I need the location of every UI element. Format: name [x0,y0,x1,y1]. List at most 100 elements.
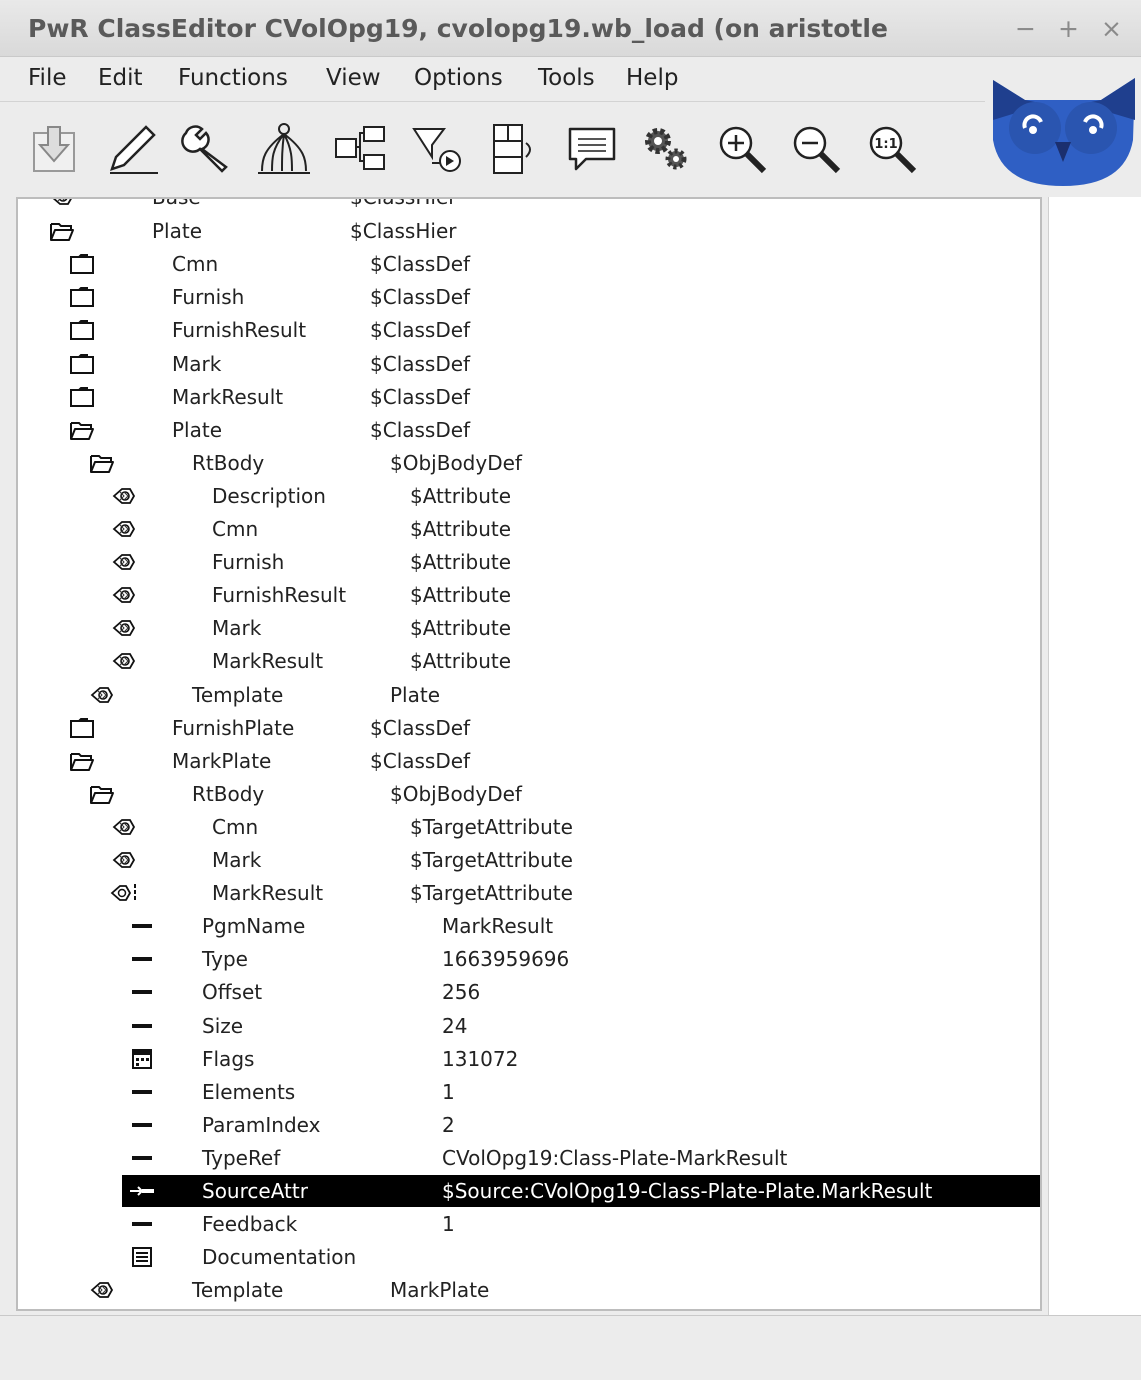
object-open-icon[interactable] [110,881,138,905]
tree-row[interactable]: Offset 256 [18,976,1040,1008]
title-bar: PwR ClassEditor CVolOpg19, cvolopg19.wb_… [0,0,1141,57]
menu-tools[interactable]: Tools [538,65,595,91]
tree-row[interactable]: PgmName MarkResult [18,910,1040,942]
tree-row[interactable]: Furnish $Attribute [18,546,1040,578]
tree-row[interactable]: Mark $ClassDef [18,348,1040,380]
tree-row[interactable]: Cmn $ClassDef [18,248,1040,280]
close-button[interactable]: × [1101,14,1122,43]
object-icon[interactable] [48,199,76,209]
attribute-icon[interactable] [128,980,156,1004]
tree-row[interactable]: Plate $ClassDef [18,414,1040,446]
tree-row[interactable]: MarkResult $TargetAttribute [18,877,1040,909]
tree-row[interactable]: Cmn $TargetAttribute [18,811,1040,843]
attribute-icon[interactable] [128,1212,156,1236]
node-name: Cmn [172,252,219,277]
object-icon[interactable] [110,583,138,607]
object-icon[interactable] [110,848,138,872]
object-icon[interactable] [110,517,138,541]
mask-icon[interactable] [128,1047,156,1071]
folder-icon[interactable] [68,285,96,309]
menu-functions[interactable]: Functions [178,65,288,91]
folder-open-icon[interactable] [68,418,96,442]
tree-row[interactable]: Type 1663959696 [18,943,1040,975]
menu-edit[interactable]: Edit [98,65,143,91]
tree-row[interactable]: Base $ClassHier [18,197,1040,213]
tree-row[interactable]: Mark $TargetAttribute [18,844,1040,876]
zoom-in-icon[interactable] [712,119,772,179]
documentation-icon[interactable] [128,1245,156,1269]
tree-row[interactable]: FurnishResult $Attribute [18,579,1040,611]
object-icon[interactable] [110,649,138,673]
wrench-icon[interactable] [176,119,236,179]
hierarchy-icon[interactable] [254,119,314,179]
folder-open-icon[interactable] [68,749,96,773]
attribute-icon[interactable] [128,1014,156,1038]
toolbar: 1:1 [0,103,985,189]
attribute-icon[interactable] [128,1146,156,1170]
tree-row[interactable]: Elements 1 [18,1076,1040,1108]
reference-icon[interactable] [128,1179,156,1203]
zoom-reset-icon[interactable]: 1:1 [862,119,922,179]
settings-gears-icon[interactable] [636,119,696,179]
folder-icon[interactable] [68,318,96,342]
folder-icon[interactable] [68,716,96,740]
tree-row[interactable]: Flags 131072 [18,1043,1040,1075]
node-class: $ClassDef [370,318,471,343]
tree-row[interactable]: Documentation [18,1241,1040,1273]
tree-row[interactable]: MarkResult $ClassDef [18,381,1040,413]
class-tree[interactable]: Base $ClassHier Plate $ClassHier Cmn $ClassDe… [16,197,1042,1311]
tree-row[interactable]: Plate $ClassHier [18,215,1040,247]
node-name: MarkResult [212,881,324,906]
tree-row[interactable]: Size 24 [18,1010,1040,1042]
menu-view[interactable]: View [326,65,381,91]
tree-row[interactable]: TypeRef CVolOpg19:Class-Plate-MarkResult [18,1142,1040,1174]
object-icon[interactable] [110,550,138,574]
tree-row[interactable]: MarkResult $Attribute [18,645,1040,677]
minimize-button[interactable]: − [1015,14,1036,43]
tree-row-selected[interactable]: SourceAttr $Source:CVolOpg19-Class-Plate-… [122,1175,1040,1207]
folder-icon[interactable] [68,385,96,409]
save-icon[interactable] [24,119,84,179]
object-icon[interactable] [88,1278,116,1302]
tree-row[interactable]: Furnish $ClassDef [18,281,1040,313]
tree-row[interactable]: ParamIndex 2 [18,1109,1040,1141]
menu-options[interactable]: Options [414,65,503,91]
folder-icon[interactable] [68,252,96,276]
menu-file[interactable]: File [28,65,67,91]
tree-row[interactable]: Template Plate [18,679,1040,711]
attribute-icon[interactable] [128,947,156,971]
layout-icon[interactable] [484,119,544,179]
attribute-icon[interactable] [128,1113,156,1137]
tree-row[interactable]: RtBody $ObjBodyDef [18,778,1040,810]
folder-open-icon[interactable] [88,782,116,806]
object-icon[interactable] [88,683,116,707]
tree-row[interactable]: Cmn $Attribute [18,513,1040,545]
zoom-out-icon[interactable] [786,119,846,179]
comment-icon[interactable] [562,119,622,179]
object-icon[interactable] [110,484,138,508]
tree-row[interactable]: MarkPlate $ClassDef [18,745,1040,777]
node-class: $ClassHier [350,197,457,209]
node-name: RtBody [192,450,265,475]
object-icon[interactable] [110,616,138,640]
node-name: Documentation [202,1245,357,1270]
tree-row[interactable]: FurnishPlate $ClassDef [18,712,1040,744]
folder-icon[interactable] [68,352,96,376]
attribute-icon[interactable] [128,914,156,938]
connect-icon[interactable] [330,119,390,179]
folder-open-icon[interactable] [88,451,116,475]
tree-row[interactable]: FurnishResult $ClassDef [18,314,1040,346]
menu-help[interactable]: Help [626,65,678,91]
tree-row[interactable]: RtBody $ObjBodyDef [18,447,1040,479]
tree-row[interactable]: Mark $Attribute [18,612,1040,644]
maximize-button[interactable]: + [1058,14,1079,43]
attribute-icon[interactable] [128,1080,156,1104]
node-class: $Attribute [410,649,512,674]
object-icon[interactable] [110,815,138,839]
tree-row[interactable]: Description $Attribute [18,480,1040,512]
tree-row[interactable]: Template MarkPlate [18,1274,1040,1306]
folder-open-icon[interactable] [48,219,76,243]
tree-row[interactable]: Feedback 1 [18,1208,1040,1240]
filter-icon[interactable] [408,119,468,179]
edit-pencil-icon[interactable] [102,119,162,179]
